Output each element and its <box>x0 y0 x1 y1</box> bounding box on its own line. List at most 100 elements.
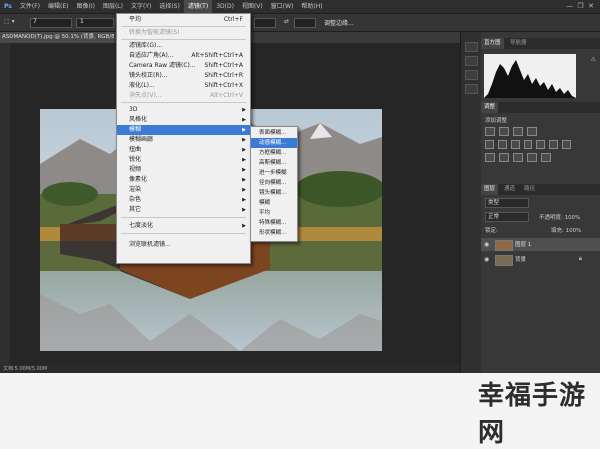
menu-item-distort[interactable]: 扭曲 ▶ <box>117 145 250 155</box>
menu-image[interactable]: 图像(I) <box>73 0 99 13</box>
menu-item-video[interactable]: 视频 ▶ <box>117 165 250 175</box>
submenu-arrow-icon: ▶ <box>242 157 246 163</box>
submenu-item-shape-blur[interactable]: 形状模糊... <box>251 228 297 238</box>
menu-item-pixelate[interactable]: 像素化 ▶ <box>117 175 250 185</box>
submenu-item-lens-blur[interactable]: 镜头模糊... <box>251 188 297 198</box>
menu-select[interactable]: 选择(S) <box>155 0 184 13</box>
submenu-item-box-blur[interactable]: 方框模糊... <box>251 148 297 158</box>
layer-row[interactable]: ◉ 图层 1 <box>481 238 600 251</box>
menu-separator <box>121 26 246 27</box>
posterize-icon[interactable] <box>499 153 509 162</box>
exposure-icon[interactable] <box>527 127 537 136</box>
blend-mode-select[interactable]: 正常 <box>485 212 529 222</box>
vibrance-icon[interactable] <box>485 140 494 149</box>
menu-item-filter-gallery[interactable]: 滤镜库(G)... <box>117 41 250 51</box>
menu-item-stylize[interactable]: 风格化 ▶ <box>117 115 250 125</box>
menu-window[interactable]: 窗口(W) <box>267 0 298 13</box>
submenu-arrow-icon: ▶ <box>242 167 246 173</box>
menu-item-plugin[interactable]: 七度淡化 ▶ <box>117 221 250 231</box>
opacity-field[interactable]: 不透明度: 100% <box>539 213 580 221</box>
menu-item-3d[interactable]: 3D ▶ <box>117 105 250 115</box>
threshold-icon[interactable] <box>513 153 523 162</box>
brightness-icon[interactable] <box>485 127 495 136</box>
photo-filter-icon[interactable] <box>536 140 546 149</box>
balance-icon[interactable] <box>510 140 520 149</box>
tab-navigator[interactable]: 导航器 <box>507 38 530 49</box>
submenu-arrow-icon: ▶ <box>242 137 246 143</box>
menu-item-blur[interactable]: 模糊 ▶ <box>117 125 250 135</box>
histogram-chart <box>484 54 576 98</box>
submenu-arrow-icon: ▶ <box>242 107 246 113</box>
document-tab[interactable]: ASDMANOD(T).jpg @ 50.1% (背景, RGB/8) * <box>0 32 114 43</box>
fill-field[interactable]: 填充: 100% <box>551 226 581 234</box>
menu-view[interactable]: 视图(V) <box>238 0 267 13</box>
layer-kind-filter[interactable]: 类型 <box>485 198 529 208</box>
history-panel-icon[interactable] <box>465 42 478 52</box>
curves-icon[interactable] <box>513 127 523 136</box>
menu-item-sharpen[interactable]: 锐化 ▶ <box>117 155 250 165</box>
menu-type[interactable]: 文字(Y) <box>127 0 155 13</box>
menu-filter[interactable]: 滤镜(T) <box>183 0 213 13</box>
tab-channels[interactable]: 通道 <box>501 184 518 195</box>
menu-file[interactable]: 文件(F) <box>16 0 44 13</box>
menu-layer[interactable]: 图层(L) <box>99 0 127 13</box>
character-panel-icon[interactable] <box>465 84 478 94</box>
option-width-field[interactable] <box>254 18 276 28</box>
mixer-icon[interactable] <box>549 140 559 149</box>
submenu-item-radial-blur[interactable]: 径向模糊... <box>251 178 297 188</box>
menu-item-vanishing-point: 消失点(V)... Alt+Ctrl+V <box>129 92 243 99</box>
layer-row[interactable]: ◉ 背景 🔒︎ <box>481 253 600 266</box>
submenu-item-smart-blur[interactable]: 特殊模糊... <box>251 218 297 228</box>
tab-histogram[interactable]: 直方图 <box>481 38 504 49</box>
tab-adjustments[interactable]: 调整 <box>481 102 499 113</box>
tab-layers[interactable]: 图层 <box>481 184 499 195</box>
marquee-tool-icon[interactable]: ⬚ ▾ <box>4 18 15 25</box>
histogram-warning-icon[interactable]: ⚠ <box>591 56 596 63</box>
layer-thumbnail <box>495 240 513 251</box>
invert-icon[interactable] <box>485 153 495 162</box>
submenu-item-average[interactable]: 平均 <box>251 208 297 218</box>
menu-item-noise[interactable]: 杂色 ▶ <box>117 195 250 205</box>
submenu-item-motion-blur[interactable]: 动感模糊... <box>251 138 297 148</box>
menu-item-camera-raw[interactable]: Camera Raw 滤镜(C)... Shift+Ctrl+A <box>117 61 250 71</box>
selective-color-icon[interactable] <box>527 153 537 162</box>
levels-icon[interactable] <box>499 127 509 136</box>
menu-item-lens-correction[interactable]: 镜头校正(R)... Shift+Ctrl+R <box>117 71 250 81</box>
menu-item-adaptive-wide-angle[interactable]: 自适应广角(A)... Alt+Shift+Ctrl+A <box>117 51 250 61</box>
submenu-arrow-icon: ▶ <box>242 177 246 183</box>
menu-help[interactable]: 帮助(H) <box>297 0 326 13</box>
bw-icon[interactable] <box>523 140 533 149</box>
layer-name[interactable]: 图层 1 <box>515 240 531 248</box>
visibility-eye-icon[interactable]: ◉ <box>484 241 489 248</box>
submenu-item-gaussian-blur[interactable]: 高斯模糊... <box>251 158 297 168</box>
refine-edge-button[interactable]: 调整边缘... <box>324 18 354 27</box>
menu-item-other[interactable]: 其它 ▶ <box>117 205 250 215</box>
option-field-1-value: 7 <box>33 18 37 25</box>
menu-edit[interactable]: 编辑(E) <box>44 0 72 13</box>
submenu-item-surface-blur[interactable]: 表面模糊... <box>251 128 297 138</box>
window-controls-icon[interactable]: — ❐ ✕ <box>566 0 594 13</box>
option-field-2-value: 1 <box>80 18 84 25</box>
lookup-icon[interactable] <box>562 140 572 149</box>
gradient-map-icon[interactable] <box>541 153 551 162</box>
swap-icon[interactable]: ⇄ <box>284 18 289 25</box>
submenu-item-blur-more[interactable]: 进一步模糊 <box>251 168 297 178</box>
menu-item-last-filter[interactable]: 平均 Ctrl+F <box>117 15 250 25</box>
option-height-field[interactable] <box>294 18 316 28</box>
tab-paths[interactable]: 路径 <box>521 184 538 195</box>
watermark-text: 幸福手游网 <box>478 381 587 448</box>
submenu-item-blur[interactable]: 模糊 <box>251 198 297 208</box>
submenu-arrow-icon: ▶ <box>242 117 246 123</box>
menu-item-liquify[interactable]: 液化(L)... Shift+Ctrl+X <box>117 81 250 91</box>
brush-panel-icon[interactable] <box>465 70 478 80</box>
menu-3d[interactable]: 3D(D) <box>212 0 238 13</box>
menu-item-blur-gallery[interactable]: 模糊画廊 ▶ <box>117 135 250 145</box>
properties-panel-icon[interactable] <box>465 56 478 66</box>
hue-icon[interactable] <box>497 140 507 149</box>
menu-item-render[interactable]: 渲染 ▶ <box>117 185 250 195</box>
visibility-eye-icon[interactable]: ◉ <box>484 256 489 263</box>
lock-icon: 🔒︎ <box>578 255 582 262</box>
histogram-graph <box>484 60 576 98</box>
layer-name[interactable]: 背景 <box>515 255 526 263</box>
menu-item-browse-online[interactable]: 浏览联机滤镜... <box>117 240 250 250</box>
